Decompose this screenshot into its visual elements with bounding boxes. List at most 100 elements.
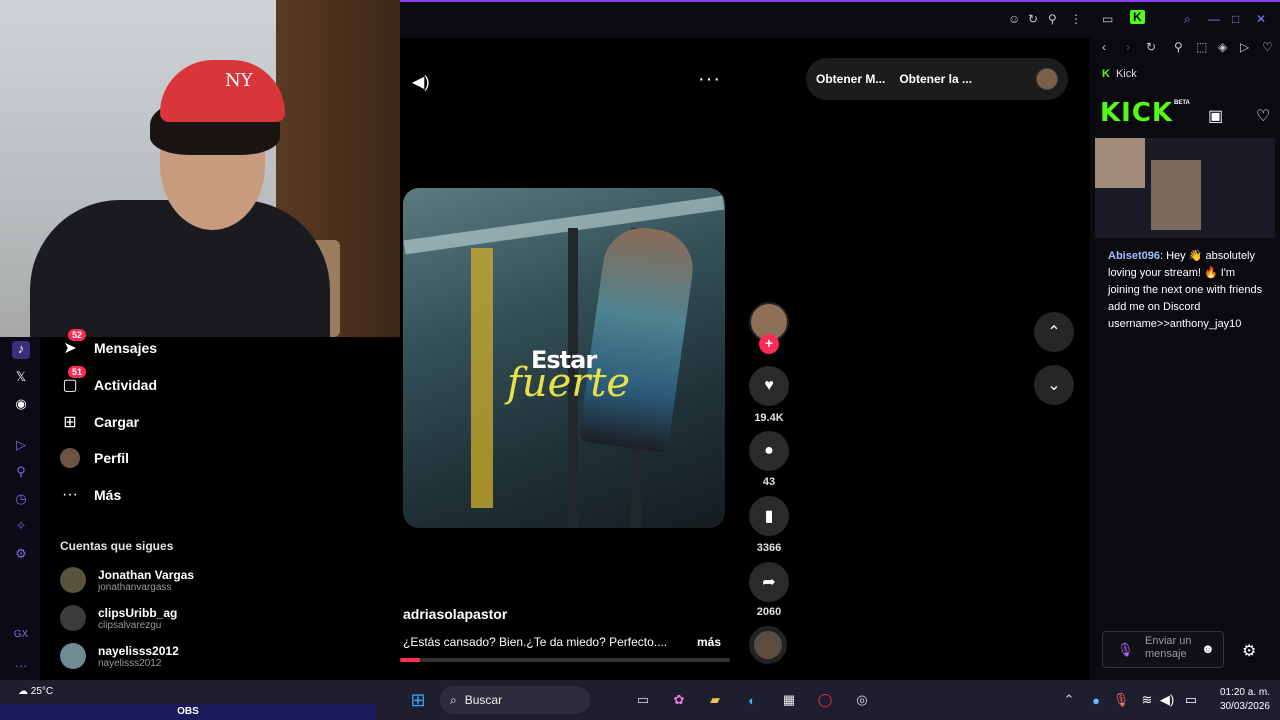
following-account[interactable]: clipsUribb_ag clipsalvarezgu [60, 605, 177, 631]
stream-thumbnail[interactable] [1095, 138, 1275, 238]
crop-icon[interactable]: ⬚ [1196, 40, 1207, 54]
pin-icon[interactable]: ⚲ [1048, 12, 1057, 26]
task-view-icon[interactable]: ▭ [632, 689, 654, 711]
edge-icon[interactable]: ◐ [741, 689, 763, 711]
follow-heart-icon[interactable]: ♡ [1256, 106, 1270, 126]
kick-small-logo-icon: K [1102, 68, 1110, 80]
theatre-mode-icon[interactable]: ▣ [1208, 106, 1223, 126]
sidebar-item-label: Más [94, 487, 122, 503]
more-icon: ··· [62, 486, 78, 503]
discord-icon[interactable]: ◉ [12, 396, 30, 414]
chat-input-placeholder: Enviar un mensaje [1145, 635, 1192, 660]
volume-icon[interactable]: ◀) [1156, 689, 1178, 711]
tray-app-icon[interactable]: ● [1085, 689, 1107, 711]
tray-expand-icon[interactable]: ⌃ [1058, 689, 1080, 711]
profile-avatar[interactable] [1036, 68, 1058, 90]
sidebar-item-mensajes[interactable]: ➤ 52 Mensajes [60, 329, 157, 362]
extensions-icon[interactable]: ☺ [1008, 12, 1020, 26]
heart-icon: ♥ [764, 377, 774, 394]
profile-avatar [60, 448, 80, 468]
search-icon: ⌕ [450, 692, 457, 707]
get-coins-button[interactable]: Obtener M... [816, 72, 885, 86]
rail-more-icon[interactable]: … [12, 655, 30, 673]
pin-icon[interactable]: ⚲ [1174, 40, 1183, 54]
gx-icon[interactable]: GX [12, 629, 30, 647]
obs-icon[interactable]: ◎ [851, 689, 873, 711]
menu-icon[interactable]: ⋮ [1070, 12, 1082, 26]
sidebar-item-mas[interactable]: ··· Más [60, 481, 121, 509]
video-athlete [578, 222, 698, 454]
following-account[interactable]: Jonathan Vargas jonathanvargass [60, 567, 194, 593]
send-icon[interactable]: ▷ [1240, 40, 1249, 54]
forward-icon[interactable]: › [1126, 40, 1130, 54]
x-icon[interactable]: 𝕏 [12, 369, 30, 387]
maximize-icon[interactable]: □ [1232, 12, 1239, 26]
chat-text: : Hey 👋 absolutely loving your stream! 🔥… [1108, 250, 1263, 330]
obs-label: OBS [0, 704, 376, 720]
shield-icon[interactable]: ◈ [1218, 40, 1227, 54]
previous-video-button[interactable]: ⌃ [1034, 312, 1074, 352]
streamer-shirt [30, 200, 330, 337]
upload-icon: ⊞ [63, 414, 77, 431]
close-icon[interactable]: ✕ [1256, 12, 1266, 26]
avatar [60, 605, 86, 631]
file-explorer-icon[interactable]: ▰ [704, 689, 726, 711]
caption-more-link[interactable]: más [697, 635, 721, 649]
windows-start-icon[interactable]: ⊞ [407, 689, 429, 711]
sidebar-item-perfil[interactable]: Perfil [60, 444, 129, 472]
tiktok-icon[interactable]: ♪ [12, 341, 30, 359]
more-options-icon[interactable]: ··· [698, 68, 721, 91]
system-clock[interactable]: 01:20 a. m. 30/03/2026 [1210, 686, 1270, 714]
wifi-icon[interactable]: ≋ [1136, 689, 1158, 711]
pin-rail-icon[interactable]: ⚲ [12, 464, 30, 482]
chat-input[interactable]: 🎙 Enviar un mensaje ☻ [1102, 631, 1224, 668]
clock-time: 01:20 a. m. [1219, 687, 1270, 698]
comment-icon: ● [764, 442, 774, 459]
microphone-icon[interactable]: 🎙 [1117, 642, 1134, 658]
bookmark-icon: ▮ [764, 508, 774, 525]
kick-sidebar-icon[interactable]: K [1130, 10, 1145, 24]
taskbar-search[interactable]: ⌕ Buscar [440, 686, 590, 714]
video-username[interactable]: adriasolapastor [403, 606, 507, 622]
settings-rail-icon[interactable]: ⚙ [12, 546, 30, 564]
weather-icon: ☁ [18, 686, 31, 697]
sidebar-item-cargar[interactable]: ⊞ Cargar [60, 408, 139, 436]
store-icon[interactable]: ▦ [778, 689, 800, 711]
save-count: 3366 [756, 542, 782, 554]
sidebar-item-actividad[interactable]: ▢ 51 Actividad [60, 366, 157, 399]
video-progress-fill [400, 658, 420, 662]
follow-plus-button[interactable]: + [759, 334, 779, 354]
activity-badge: 51 [68, 366, 87, 378]
reload-icon[interactable]: ↻ [1028, 12, 1038, 26]
like-button[interactable]: ♥ [749, 366, 789, 406]
microphone-icon[interactable]: 🎙 [1110, 689, 1132, 711]
history-icon[interactable]: ◷ [12, 491, 30, 509]
next-video-button[interactable]: ⌄ [1034, 365, 1074, 405]
opera-gx-icon[interactable]: ◯ [814, 689, 836, 711]
music-disc[interactable] [749, 626, 787, 664]
video-progress-bar[interactable] [400, 658, 730, 662]
following-account[interactable]: nayelisss2012 nayelisss2012 [60, 643, 179, 669]
copilot-icon[interactable]: ✿ [668, 689, 690, 711]
weather-widget[interactable]: ☁ 25°C [18, 686, 53, 697]
reload-icon[interactable]: ↻ [1146, 40, 1156, 54]
chat-settings-icon[interactable]: ⚙ [1242, 641, 1256, 661]
search-icon[interactable]: ⌕ [1184, 12, 1191, 27]
comment-button[interactable]: ● [749, 431, 789, 471]
chevron-down-icon: ⌄ [1047, 377, 1061, 394]
controller-icon[interactable]: ▭ [1102, 12, 1113, 26]
player-icon[interactable]: ▷ [12, 437, 30, 455]
share-button[interactable]: ➦ [749, 562, 789, 602]
emoji-icon[interactable]: ☻ [1201, 641, 1215, 656]
get-app-button[interactable]: Obtener la ... [899, 72, 972, 86]
battery-icon[interactable]: ▭ [1180, 689, 1202, 711]
video-player[interactable]: Estar fuerte [403, 188, 725, 528]
share-icon: ➦ [762, 574, 776, 591]
save-button[interactable]: ▮ [749, 496, 789, 536]
back-icon[interactable]: ‹ [1102, 40, 1106, 54]
minimize-icon[interactable]: — [1208, 12, 1220, 26]
chat-username[interactable]: Abiset096 [1108, 250, 1160, 262]
volume-icon[interactable]: ◀) [412, 72, 430, 92]
heart-icon[interactable]: ♡ [1262, 40, 1273, 54]
extensions-rail-icon[interactable]: ✧ [12, 518, 30, 536]
